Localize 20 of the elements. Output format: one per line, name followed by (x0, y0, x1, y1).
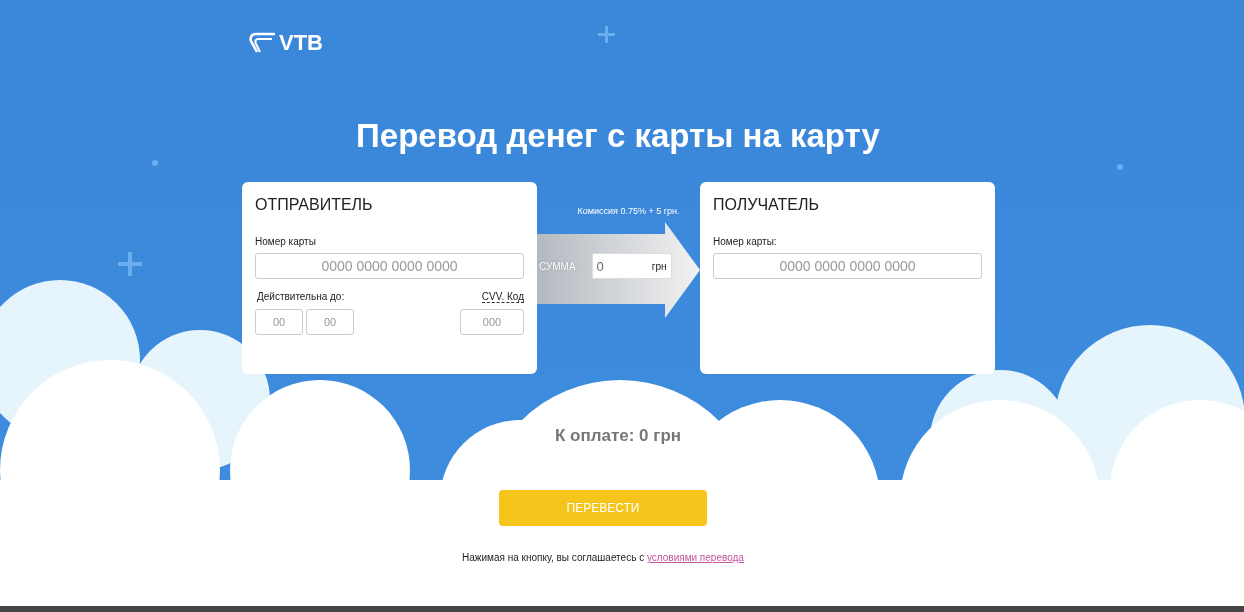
page-title: Перевод денег с карты на карту (355, 116, 881, 156)
card-heading: ОТПРАВИТЕЛЬ (255, 196, 374, 214)
cvv-field[interactable]: 000 (460, 309, 524, 335)
field-label: Действительна до: (257, 291, 345, 303)
logo-text: VTB (279, 30, 323, 56)
field-label: Номер карты (255, 236, 317, 247)
agreement-text: Нажимая на кнопку, вы соглашаетесь с условиями перевода (462, 552, 744, 563)
month-field[interactable]: 00 (255, 309, 303, 335)
card-heading: ПОЛУЧАТЕЛЬ (713, 196, 820, 214)
logo-icon (248, 32, 276, 54)
currency-label: грн (651, 261, 667, 272)
terms-link[interactable]: условиями перевода (646, 552, 744, 563)
year-field[interactable]: 00 (306, 309, 354, 335)
field-label: CVV. Код (481, 291, 524, 303)
card-number-field[interactable]: 0000 0000 0000 0000 (255, 253, 524, 279)
total-text: К оплате: 0 грн (553, 426, 683, 446)
amount-label: СУММА (539, 260, 576, 272)
field-label: Номер карты: (713, 236, 778, 247)
commission-text: Комиссия 0.75% + 5 грн. (576, 206, 681, 216)
card-number-field[interactable]: 0000 0000 0000 0000 (713, 253, 982, 279)
